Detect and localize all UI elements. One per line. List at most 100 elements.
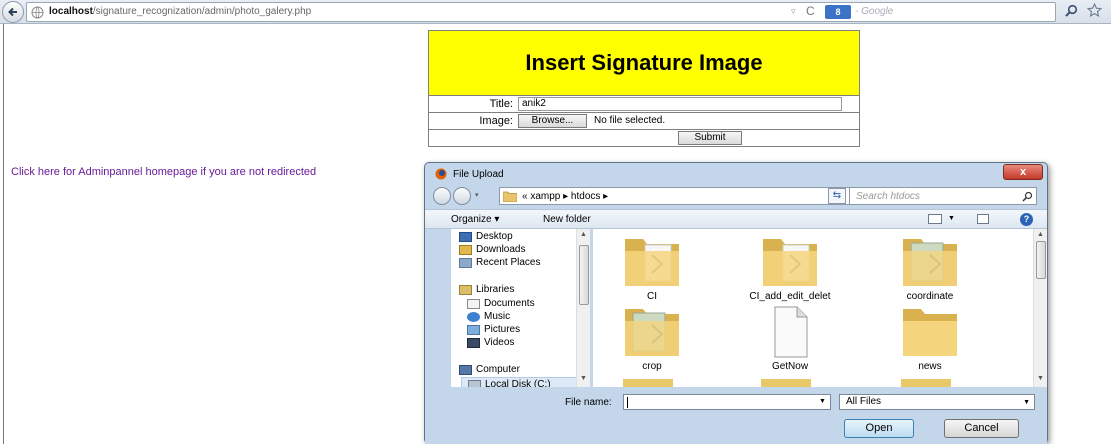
nav-item-videos[interactable]: Videos (467, 337, 514, 348)
folder-icon (625, 239, 679, 286)
dialog-nav-row: ▾ « xampp ▸ htdocs ▸ ▼ ⇆ Search htdocs (431, 185, 1043, 207)
scroll-up-icon[interactable]: ▲ (580, 231, 587, 238)
url-path: /signature_recognization/admin/photo_gal… (92, 6, 312, 17)
firefox-icon (435, 168, 447, 180)
close-button[interactable]: x (1003, 164, 1043, 180)
form-title: Insert Signature Image (525, 50, 763, 75)
libraries-icon (459, 284, 472, 295)
title-label: Title: (489, 98, 513, 110)
nav-item-libraries[interactable]: Libraries (459, 284, 514, 295)
title-row: Title: anik2 (428, 96, 860, 113)
nav-item-recent-places[interactable]: Recent Places (459, 257, 540, 268)
file-name-dropdown-icon[interactable]: ▼ (819, 398, 826, 405)
file-item-crop[interactable]: crop (607, 303, 697, 372)
scroll-down-icon[interactable]: ▼ (580, 375, 587, 382)
file-type-select[interactable]: All Files ▼ (839, 394, 1035, 410)
nav-item-documents[interactable]: Documents (467, 298, 535, 309)
view-icon[interactable] (928, 214, 942, 224)
navigation-pane: Desktop Downloads Recent Places Librarie… (451, 229, 590, 392)
url-host: localhost (49, 6, 93, 17)
help-icon[interactable]: ? (1020, 213, 1033, 226)
file-label: coordinate (906, 291, 954, 302)
preview-pane-icon[interactable] (977, 214, 989, 224)
file-type-value: All Files (846, 396, 882, 407)
desktop-icon (459, 231, 472, 242)
reload-icon[interactable]: C (806, 4, 815, 18)
videos-icon (467, 337, 480, 348)
view-dropdown-icon[interactable]: ▼ (948, 215, 955, 222)
folder-icon (763, 239, 817, 286)
browser-toolbar: localhost/signature_recognization/admin/… (0, 0, 1111, 24)
nav-scroll-thumb[interactable] (579, 245, 589, 305)
forward-button[interactable] (453, 187, 471, 205)
new-folder-button[interactable]: New folder (543, 214, 591, 225)
nav-label: Videos (484, 337, 515, 348)
url-text: localhost/signature_recognization/admin/… (49, 6, 311, 17)
back-button[interactable] (2, 1, 24, 23)
file-item-ci[interactable]: CI (607, 233, 697, 302)
folder-icon (903, 309, 957, 356)
file-scrollbar[interactable]: ▲ ▼ (1033, 229, 1047, 387)
dialog-titlebar[interactable]: File Upload x (425, 163, 1047, 185)
recent-places-icon (459, 257, 472, 268)
url-dropdown-icon[interactable]: ▿ (791, 6, 796, 17)
folder-row-partial (623, 379, 951, 387)
file-label: crop (642, 361, 662, 372)
nav-item-music[interactable]: Music (467, 311, 510, 322)
organize-menu[interactable]: Organize ▾ (451, 214, 499, 225)
title-input[interactable]: anik2 (518, 97, 842, 111)
bookmark-star-icon[interactable] (1087, 3, 1102, 18)
address-bar[interactable]: localhost/signature_recognization/admin/… (26, 2, 1056, 22)
adminpanel-link[interactable]: Click here for Adminpannel homepage if y… (11, 166, 316, 178)
back-button[interactable] (433, 187, 451, 205)
search-engine-text[interactable]: - Google (855, 6, 893, 17)
file-icon (774, 306, 808, 358)
php-folder-icon (625, 309, 679, 356)
open-button[interactable]: Open (844, 419, 914, 438)
nav-item-desktop[interactable]: Desktop (459, 231, 513, 242)
file-name-label: File name: (565, 397, 612, 408)
refresh-button[interactable]: ⇆ (828, 188, 846, 204)
file-item-ci-add-edit-delet[interactable]: CI_add_edit_delet (745, 233, 835, 302)
nav-label: Documents (484, 298, 535, 309)
nav-label: Downloads (476, 244, 526, 255)
recent-dropdown-icon[interactable]: ▾ (475, 191, 479, 199)
search-placeholder: Search htdocs (856, 191, 920, 202)
file-label: CI_add_edit_delet (749, 291, 831, 302)
nav-item-downloads[interactable]: Downloads (459, 244, 525, 255)
file-upload-dialog: File Upload x ▾ « xampp ▸ htdocs ▸ ▼ ⇆ S… (424, 162, 1048, 444)
back-arrow-icon (8, 7, 17, 17)
nav-item-pictures[interactable]: Pictures (467, 324, 520, 335)
nav-label: Desktop (476, 231, 513, 242)
music-icon (467, 311, 480, 322)
dialog-toolbar: Organize ▾ New folder ▼ ? (425, 209, 1047, 229)
scroll-down-icon[interactable]: ▼ (1037, 375, 1044, 382)
image-row: Image: Browse... No file selected. (428, 113, 860, 130)
search-icon[interactable] (1064, 4, 1078, 18)
file-item-coordinate[interactable]: coordinate (885, 233, 975, 302)
breadcrumb[interactable]: « xampp ▸ htdocs ▸ (522, 191, 608, 202)
nav-item-computer[interactable]: Computer (459, 364, 520, 375)
submit-button[interactable]: Submit (678, 131, 742, 145)
pictures-icon (467, 324, 480, 335)
search-engine-button[interactable]: 8 (825, 5, 851, 19)
php-folder-icon (903, 239, 957, 286)
nav-scrollbar[interactable]: ▲ ▼ (576, 229, 590, 387)
search-htdocs-input[interactable]: Search htdocs (849, 187, 1037, 205)
file-label: GetNow (771, 361, 809, 372)
text-caret (627, 397, 628, 408)
submit-row: Submit (428, 130, 860, 147)
cancel-button[interactable]: Cancel (944, 419, 1019, 438)
folder-path-bar[interactable]: « xampp ▸ htdocs ▸ ▼ (499, 187, 894, 205)
browse-button[interactable]: Browse... (518, 114, 587, 128)
scroll-up-icon[interactable]: ▲ (1037, 231, 1044, 238)
documents-icon (467, 298, 480, 309)
file-item-news[interactable]: news (885, 303, 975, 372)
file-item-getnow[interactable]: GetNow (745, 303, 835, 372)
file-list: CI CI_add_edit_delet coordinate crop Get… (593, 229, 1033, 387)
form-title-cell: Insert Signature Image (428, 30, 860, 96)
file-scroll-thumb[interactable] (1036, 241, 1046, 279)
file-type-dropdown-icon: ▼ (1023, 399, 1030, 406)
file-name-input[interactable] (623, 394, 831, 410)
dialog-footer: File name: ▼ All Files ▼ Open Cancel (425, 387, 1047, 444)
